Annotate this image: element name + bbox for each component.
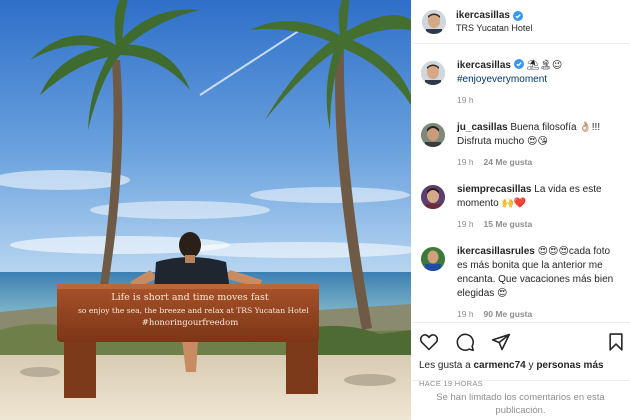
header-text: ikercasillas TRS Yucatan Hotel [456, 10, 532, 33]
comment-meta: 19 h 24 Me gusta [457, 157, 620, 167]
comment-username[interactable]: siemprecasillas [457, 184, 532, 195]
author-username-row: ikercasillas [456, 10, 532, 21]
comment-content: ⛱🏝😉 [526, 60, 563, 71]
post-photo[interactable]: Life is short and time moves fast so enj… [0, 0, 411, 420]
comment-likes[interactable]: 90 Me gusta [484, 309, 533, 319]
avatar-face [422, 9, 446, 34]
comment-time[interactable]: 19 h [457, 157, 474, 167]
comment-meta: 19 h 90 Me gusta [457, 309, 620, 319]
save-icon[interactable] [606, 332, 626, 352]
comment-meta: 19 h 15 Me gusta [457, 219, 620, 229]
post-actions: Les gusta a carmenc74 y personas más HAC… [411, 322, 630, 388]
comment-text: siemprecasillas La vida es este momento … [457, 183, 620, 211]
comment-text: ju_casillas Buena filosofía 👌🏼!!! Disfru… [457, 121, 620, 149]
comment-username[interactable]: ju_casillas [457, 122, 508, 133]
comment-item: siemprecasillas La vida es este momento … [411, 183, 630, 229]
likes-prefix: Les gusta a [419, 360, 474, 371]
comment-likes[interactable]: 15 Me gusta [484, 219, 533, 229]
comment-time[interactable]: 19 h [457, 309, 474, 319]
share-icon[interactable] [491, 332, 511, 352]
comment-time[interactable]: 19 h [457, 95, 474, 105]
comment-username[interactable]: ikercasillas [457, 60, 511, 71]
commenter-avatar[interactable] [421, 247, 445, 271]
comment-likes[interactable]: 24 Me gusta [484, 157, 533, 167]
comment-item: ikercasillasrules 😍😍😍cada foto es más bo… [411, 245, 630, 319]
comment-username[interactable]: ikercasillasrules [457, 246, 535, 257]
post-location[interactable]: TRS Yucatan Hotel [456, 23, 532, 33]
comments-limited-notice: Se han limitado los comentarios en esta … [411, 380, 630, 417]
commenter-avatar[interactable] [421, 123, 445, 147]
bench-sign-text: Life is short and time moves fast so enj… [78, 292, 309, 330]
likes-others[interactable]: personas más [536, 360, 603, 371]
comment-body: ju_casillas Buena filosofía 👌🏼!!! Disfru… [457, 121, 620, 167]
author-username[interactable]: ikercasillas [456, 10, 510, 21]
avatar-face [421, 247, 445, 271]
comment-time[interactable]: 19 h [457, 219, 474, 229]
comment-meta: 19 h [457, 95, 620, 105]
commenter-avatar[interactable] [421, 61, 445, 85]
comments-list[interactable]: ikercasillas ⛱🏝😉 #enjoyeverymoment 19 h [411, 52, 630, 322]
verified-icon [513, 59, 524, 69]
bench-line-1: Life is short and time moves fast [111, 292, 269, 303]
likes-summary: Les gusta a carmenc74 y personas más [419, 360, 630, 371]
comment-body: siemprecasillas La vida es este momento … [457, 183, 620, 229]
comment-item: ju_casillas Buena filosofía 👌🏼!!! Disfru… [411, 121, 630, 167]
avatar-face [421, 61, 445, 85]
author-avatar[interactable] [422, 9, 446, 34]
comment-body: ikercasillasrules 😍😍😍cada foto es más bo… [457, 245, 620, 319]
bench-line-2: so enjoy the sea, the breeze and relax a… [78, 305, 309, 315]
likes-user[interactable]: carmenc74 [473, 360, 525, 371]
comment-icon[interactable] [455, 332, 475, 352]
bench-line-3: #honoringourfreedom [141, 318, 239, 328]
comment-text: ikercasillas ⛱🏝😉 #enjoyeverymoment [457, 59, 620, 87]
likes-middle: y [525, 360, 537, 371]
beach-photo-illustration [0, 0, 411, 420]
avatar-face [421, 123, 445, 147]
avatar-face [421, 185, 445, 209]
verified-icon [512, 10, 523, 21]
post-side-panel: ikercasillas TRS Yucatan Hotel ikercasil… [411, 0, 630, 420]
comment-text: ikercasillasrules 😍😍😍cada foto es más bo… [457, 245, 620, 301]
action-icons-row [419, 330, 630, 354]
post-header: ikercasillas TRS Yucatan Hotel [411, 0, 630, 44]
commenter-avatar[interactable] [421, 185, 445, 209]
caption: ikercasillas ⛱🏝😉 #enjoyeverymoment 19 h [411, 59, 630, 105]
heart-icon[interactable] [419, 332, 439, 352]
hashtag-link[interactable]: #enjoyeverymoment [457, 74, 547, 85]
comment-body: ikercasillas ⛱🏝😉 #enjoyeverymoment 19 h [457, 59, 620, 105]
